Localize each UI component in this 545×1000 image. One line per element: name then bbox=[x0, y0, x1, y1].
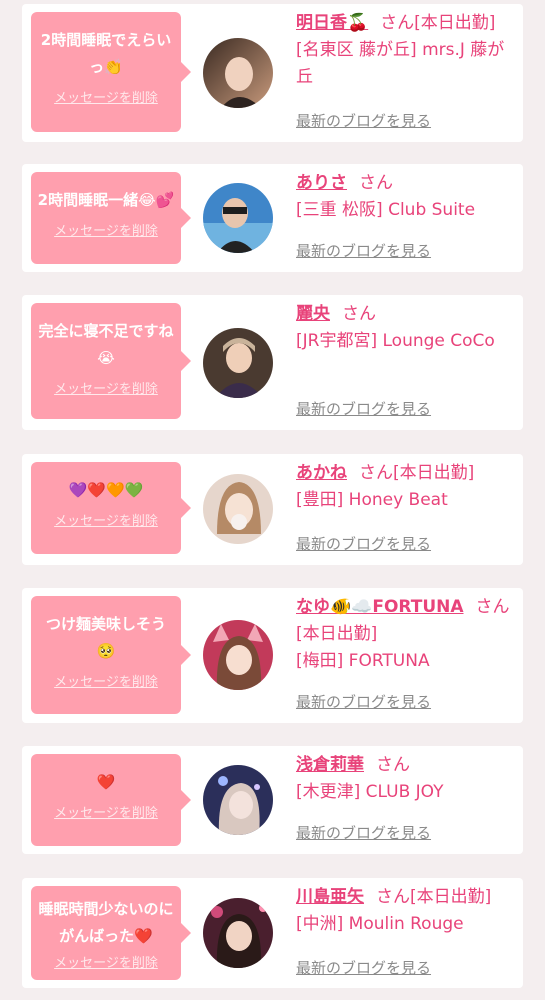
latest-blog-link[interactable]: 最新のブログを見る bbox=[296, 110, 431, 131]
shop-label: [木更津] CLUB JOY bbox=[296, 782, 444, 802]
user-info: 明日香🍒 さん[本日出勤] [名東区 藤が丘] mrs.J 藤が丘 bbox=[296, 10, 513, 91]
avatar[interactable] bbox=[203, 620, 273, 690]
delete-message-link[interactable]: メッセージを削除 bbox=[54, 87, 158, 106]
user-name-link[interactable]: 麗央 bbox=[296, 304, 330, 324]
message-bubble: 完全に寝不足ですね😭 メッセージを削除 bbox=[31, 303, 191, 419]
message-bubble: 2時間睡眠でえらいっ👏 メッセージを削除 bbox=[31, 12, 191, 132]
user-info: なゆ🐠☁️FORTUNA さん [本日出勤] [梅田] FORTUNA bbox=[296, 594, 513, 675]
latest-blog-link[interactable]: 最新のブログを見る bbox=[296, 398, 431, 419]
user-info: 麗央 さん [JR宇都宮] Lounge CoCo bbox=[296, 301, 513, 355]
shop-label: [梅田] FORTUNA bbox=[296, 651, 430, 671]
avatar[interactable] bbox=[203, 898, 273, 968]
user-name-link[interactable]: 川島亜矢 bbox=[296, 887, 364, 907]
avatar[interactable] bbox=[203, 765, 273, 835]
delete-message-link[interactable]: メッセージを削除 bbox=[54, 802, 158, 821]
honorific: さん bbox=[376, 887, 410, 907]
user-info: 川島亜矢 さん[本日出勤] [中洲] Moulin Rouge bbox=[296, 884, 513, 938]
message-text: つけ麺美味しそう🥺 bbox=[45, 615, 166, 660]
latest-blog-link[interactable]: 最新のブログを見る bbox=[296, 240, 431, 261]
message-card: 完全に寝不足ですね😭 メッセージを削除 麗央 さん [JR宇都宮] Lounge … bbox=[22, 295, 523, 430]
latest-blog-link[interactable]: 最新のブログを見る bbox=[296, 691, 431, 712]
message-text: 完全に寝不足ですね😭 bbox=[38, 322, 174, 367]
delete-message-link[interactable]: メッセージを削除 bbox=[54, 671, 158, 690]
message-bubble: ❤️ メッセージを削除 bbox=[31, 754, 191, 846]
message-card: 睡眠時間少ないのにがんばった❤️ メッセージを削除 川島亜矢 さん[本日出勤] [… bbox=[22, 878, 523, 988]
latest-blog-link[interactable]: 最新のブログを見る bbox=[296, 957, 431, 978]
user-name-link[interactable]: あかね bbox=[296, 463, 347, 483]
avatar[interactable] bbox=[203, 38, 273, 108]
message-text: 睡眠時間少ないのにがんばった❤️ bbox=[38, 900, 174, 945]
user-info: 浅倉莉華 さん [木更津] CLUB JOY bbox=[296, 752, 513, 806]
delete-message-link[interactable]: メッセージを削除 bbox=[54, 510, 158, 529]
message-bubble: 💜❤️🧡💚 メッセージを削除 bbox=[31, 462, 191, 554]
message-card: ❤️ メッセージを削除 浅倉莉華 さん [木更津] CLUB JOY 最新のブログ… bbox=[22, 746, 523, 854]
honorific: さん bbox=[475, 597, 510, 617]
delete-message-link[interactable]: メッセージを削除 bbox=[54, 378, 158, 397]
latest-blog-link[interactable]: 最新のブログを見る bbox=[296, 533, 431, 554]
shop-label: [豊田] Honey Beat bbox=[296, 490, 448, 510]
honorific: さん bbox=[359, 463, 393, 483]
delete-message-link[interactable]: メッセージを削除 bbox=[54, 220, 158, 239]
user-name-link[interactable]: ありさ bbox=[296, 173, 347, 193]
message-bubble: つけ麺美味しそう🥺 メッセージを削除 bbox=[31, 596, 191, 714]
shop-label: [名東区 藤が丘] mrs.J 藤が丘 bbox=[296, 40, 505, 87]
message-card: 2時間睡眠でえらいっ👏 メッセージを削除 明日香🍒 さん[本日出勤] [名東区 藤… bbox=[22, 4, 523, 142]
message-list: 2時間睡眠でえらいっ👏 メッセージを削除 明日香🍒 さん[本日出勤] [名東区 藤… bbox=[0, 0, 545, 1000]
message-card: 2時間睡眠一緒😂💕 メッセージを削除 ありさ さん [三重 松阪] Club Su… bbox=[22, 164, 523, 272]
avatar[interactable] bbox=[203, 328, 273, 398]
status-badge: [本日出勤] bbox=[414, 13, 496, 33]
status-badge: [本日出勤] bbox=[410, 887, 492, 907]
message-text: 💜❤️🧡💚 bbox=[68, 481, 144, 499]
user-info: あかね さん[本日出勤] [豊田] Honey Beat bbox=[296, 460, 513, 514]
message-text: 2時間睡眠でえらいっ👏 bbox=[40, 31, 172, 76]
message-card: つけ麺美味しそう🥺 メッセージを削除 なゆ🐠☁️FORTUNA さん [本日出勤] … bbox=[22, 588, 523, 723]
message-bubble: 2時間睡眠一緒😂💕 メッセージを削除 bbox=[31, 172, 191, 264]
message-text: 2時間睡眠一緒😂💕 bbox=[37, 191, 175, 209]
message-bubble: 睡眠時間少ないのにがんばった❤️ メッセージを削除 bbox=[31, 886, 191, 980]
honorific: さん bbox=[342, 304, 376, 324]
latest-blog-link[interactable]: 最新のブログを見る bbox=[296, 822, 431, 843]
message-card: 💜❤️🧡💚 メッセージを削除 あかね さん[本日出勤] [豊田] Honey Be… bbox=[22, 454, 523, 565]
honorific: さん bbox=[359, 173, 393, 193]
avatar[interactable] bbox=[203, 474, 273, 544]
shop-label: [中洲] Moulin Rouge bbox=[296, 914, 464, 934]
status-badge: [本日出勤] bbox=[393, 463, 475, 483]
honorific: さん bbox=[376, 755, 410, 775]
user-name-link[interactable]: 浅倉莉華 bbox=[296, 755, 364, 775]
delete-message-link[interactable]: メッセージを削除 bbox=[54, 952, 158, 971]
user-name-link[interactable]: 明日香🍒 bbox=[296, 13, 368, 33]
honorific: さん bbox=[380, 13, 415, 33]
message-text: ❤️ bbox=[96, 773, 116, 791]
avatar[interactable] bbox=[203, 183, 273, 253]
shop-label: [三重 松阪] Club Suite bbox=[296, 200, 476, 220]
user-info: ありさ さん [三重 松阪] Club Suite bbox=[296, 170, 513, 224]
shop-label: [JR宇都宮] Lounge CoCo bbox=[296, 331, 495, 351]
user-name-link[interactable]: なゆ🐠☁️FORTUNA bbox=[296, 597, 464, 617]
status-badge: [本日出勤] bbox=[296, 624, 378, 644]
